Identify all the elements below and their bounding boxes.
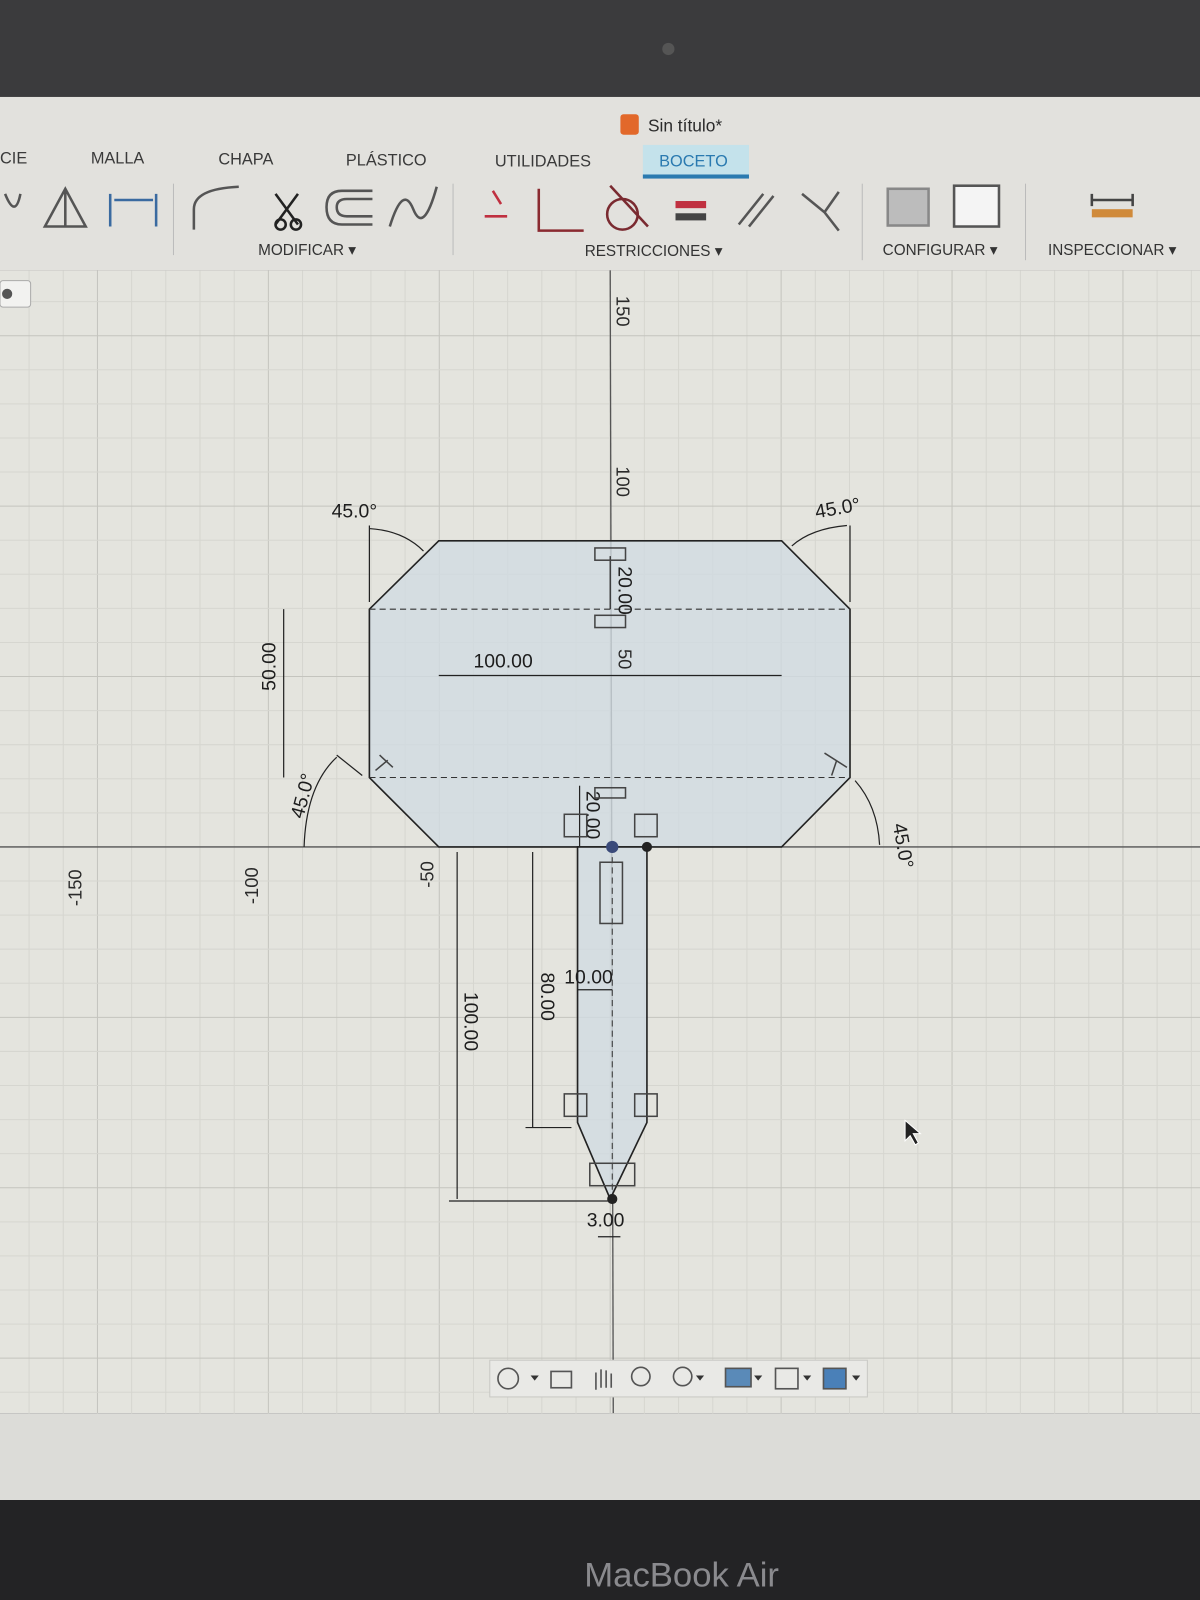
axis-label: 150: [612, 296, 633, 327]
tab-plastic[interactable]: PLÁSTICO: [346, 150, 427, 169]
tab-mesh[interactable]: MALLA: [91, 149, 145, 167]
dim-top-offset[interactable]: 20.00: [613, 566, 635, 615]
sketch-point[interactable]: [607, 1193, 618, 1205]
navigation-bar: [489, 1359, 868, 1398]
axis-label: 100: [612, 466, 633, 497]
sketch-point[interactable]: [641, 841, 653, 853]
dim-side-height[interactable]: 50.00: [259, 642, 281, 691]
tab-sheet-metal[interactable]: CHAPA: [218, 150, 273, 168]
document-icon: [620, 114, 639, 135]
constraints-menu[interactable]: RESTRICCIONES ▾: [585, 243, 723, 260]
axis-label: -50: [417, 861, 438, 888]
axis-label: -100: [241, 867, 262, 904]
axis-label: -150: [65, 869, 86, 906]
timeline-area: [0, 1413, 1200, 1500]
dim-tip-width[interactable]: 3.00: [587, 1210, 625, 1232]
parameters-icon[interactable]: [886, 187, 930, 227]
table-icon[interactable]: [952, 184, 1001, 228]
dim-angle-top-left[interactable]: 45.0°: [332, 500, 377, 522]
dim-inner-width[interactable]: 100.00: [473, 650, 532, 672]
display-settings-icon[interactable]: [724, 1367, 752, 1388]
inspect-menu[interactable]: INSPECCIONAR ▾: [1048, 242, 1177, 259]
camera-icon: [662, 42, 675, 56]
app-title: Sin título*: [620, 114, 722, 136]
tab-sketch[interactable]: BOCETO: [659, 152, 728, 170]
dim-total-length[interactable]: 100.00: [459, 992, 481, 1051]
modify-menu[interactable]: MODIFICAR ▾: [258, 242, 356, 259]
dim-handle-width[interactable]: 10.00: [564, 967, 613, 989]
equal-icon[interactable]: [675, 201, 707, 209]
configure-menu[interactable]: CONFIGURAR ▾: [883, 242, 998, 259]
axis-label: 50: [614, 649, 635, 669]
top-bezel: [0, 0, 1200, 97]
device-label: MacBook Air: [584, 1557, 779, 1595]
document-title: Sin título*: [648, 116, 722, 136]
dim-handle-length[interactable]: 80.00: [536, 972, 558, 1021]
tab-surface[interactable]: CIE: [0, 149, 27, 167]
tab-utilities[interactable]: UTILIDADES: [495, 152, 591, 170]
screen-photo: Sin título* CIE MALLA CHAPA PLÁSTICO UTI…: [0, 0, 1200, 1600]
viewports-icon[interactable]: [822, 1367, 847, 1390]
origin-point[interactable]: [606, 840, 619, 854]
